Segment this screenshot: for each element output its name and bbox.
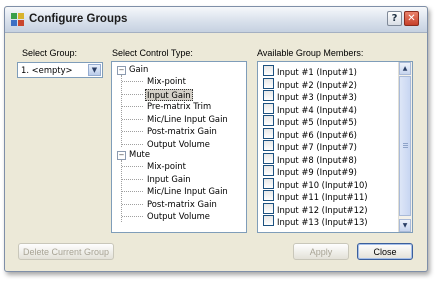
member-checkbox[interactable] bbox=[263, 77, 274, 89]
member-row[interactable]: Input #9 (Input#9) bbox=[263, 165, 357, 177]
chevron-down-icon[interactable]: ▼ bbox=[88, 64, 101, 76]
member-label: Input #9 (Input#9) bbox=[277, 167, 357, 177]
available-members-label: Available Group Members: bbox=[257, 48, 364, 58]
member-row[interactable]: Input #6 (Input#6) bbox=[263, 127, 357, 140]
member-row[interactable]: Input #7 (Input#7) bbox=[263, 140, 357, 152]
member-row[interactable]: Input #5 (Input#5) bbox=[263, 115, 357, 127]
tree-node-gain-child[interactable]: Input Gain bbox=[145, 88, 193, 101]
tree-node-gain-child[interactable]: Mic/Line Input Gain bbox=[147, 114, 228, 124]
member-checkbox[interactable] bbox=[263, 190, 274, 201]
member-label: Input #11 (Input#11) bbox=[277, 192, 368, 202]
tree-line bbox=[122, 131, 143, 132]
tree-line bbox=[122, 191, 143, 192]
member-checkbox[interactable] bbox=[263, 102, 274, 114]
tree-line bbox=[122, 203, 143, 205]
select-group-value: 1. <empty> bbox=[21, 65, 73, 75]
member-row[interactable]: Input #8 (Input#8) bbox=[263, 152, 357, 165]
member-label: Input #5 (Input#5) bbox=[277, 117, 357, 127]
tree-line bbox=[122, 81, 143, 82]
tree-line bbox=[122, 216, 143, 217]
scroll-up-icon[interactable]: ▲ bbox=[399, 62, 411, 75]
member-label: Input #6 (Input#6) bbox=[277, 129, 357, 140]
select-group-dropdown[interactable]: 1. <empty> ▼ bbox=[17, 62, 103, 78]
tree-line bbox=[122, 118, 143, 120]
title-bar: Configure Groups ? ✕ bbox=[5, 7, 427, 33]
tree-line bbox=[122, 178, 143, 180]
member-checkbox[interactable] bbox=[263, 140, 274, 151]
close-icon: ✕ bbox=[407, 13, 416, 24]
select-control-type-label: Select Control Type: bbox=[112, 48, 193, 58]
tree-line bbox=[122, 166, 143, 167]
tree-node-gain-child[interactable]: Output Volume bbox=[147, 139, 210, 149]
control-type-tree[interactable]: − Gain Mix-point Input Gain Pre-matrix Tri… bbox=[111, 61, 247, 233]
question-icon: ? bbox=[391, 13, 398, 24]
member-row[interactable]: Input #3 (Input#3) bbox=[263, 90, 357, 102]
tree-node-mute[interactable]: Mute bbox=[129, 149, 150, 159]
tree-node-gain-child[interactable]: Pre-matrix Trim bbox=[147, 101, 211, 111]
tree-node-mute-child[interactable]: Post-matrix Gain bbox=[147, 199, 217, 209]
tree-node-gain[interactable]: Gain bbox=[129, 64, 148, 74]
tree-line bbox=[122, 93, 143, 95]
apply-button[interactable]: Apply bbox=[293, 243, 349, 260]
tree-line bbox=[121, 75, 122, 147]
member-row[interactable]: Input #1 (Input#1) bbox=[263, 65, 357, 77]
scroll-thumb[interactable] bbox=[399, 76, 411, 216]
configure-groups-dialog: Configure Groups ? ✕ Select Group: Selec… bbox=[4, 6, 428, 272]
tree-node-gain-child[interactable]: Mix-point bbox=[147, 76, 186, 86]
member-checkbox[interactable] bbox=[263, 127, 274, 139]
collapse-mute-icon[interactable]: − bbox=[117, 151, 126, 160]
tree-node-mute-child[interactable]: Output Volume bbox=[147, 211, 210, 221]
tree-line bbox=[122, 106, 143, 107]
member-checkbox[interactable] bbox=[263, 115, 274, 126]
member-row[interactable]: Input #13 (Input#13) bbox=[263, 215, 368, 227]
scroll-down-icon[interactable]: ▼ bbox=[399, 219, 411, 232]
member-label: Input #10 (Input#10) bbox=[277, 179, 368, 190]
member-row[interactable]: Input #4 (Input#4) bbox=[263, 102, 357, 115]
collapse-gain-icon[interactable]: − bbox=[117, 66, 126, 75]
groups-app-icon bbox=[11, 13, 24, 26]
member-checkbox[interactable] bbox=[263, 177, 274, 189]
member-checkbox[interactable] bbox=[263, 65, 274, 76]
member-checkbox[interactable] bbox=[263, 215, 274, 226]
member-label: Input #4 (Input#4) bbox=[277, 104, 357, 115]
window-title: Configure Groups bbox=[29, 13, 128, 25]
tree-node-mute-child[interactable]: Input Gain bbox=[147, 174, 191, 184]
tree-line bbox=[122, 143, 143, 145]
member-row[interactable]: Input #12 (Input#12) bbox=[263, 202, 368, 215]
tree-node-gain-child[interactable]: Post-matrix Gain bbox=[147, 126, 217, 136]
member-label: Input #3 (Input#3) bbox=[277, 92, 357, 102]
select-group-label: Select Group: bbox=[22, 48, 78, 58]
group-members-list[interactable]: Input #1 (Input#1) Input #2 (Input#2) Inpu… bbox=[257, 61, 413, 233]
member-label: Input #7 (Input#7) bbox=[277, 142, 357, 152]
member-label: Input #1 (Input#1) bbox=[277, 67, 357, 77]
member-checkbox[interactable] bbox=[263, 202, 274, 214]
tree-node-mute-child[interactable]: Mix-point bbox=[147, 161, 186, 171]
help-button[interactable]: ? bbox=[387, 11, 402, 26]
member-row[interactable]: Input #10 (Input#10) bbox=[263, 177, 368, 190]
member-label: Input #12 (Input#12) bbox=[277, 204, 368, 215]
member-row[interactable]: Input #2 (Input#2) bbox=[263, 77, 357, 90]
delete-current-group-button[interactable]: Delete Current Group bbox=[18, 243, 114, 260]
close-window-button[interactable]: ✕ bbox=[404, 11, 419, 26]
member-checkbox[interactable] bbox=[263, 152, 274, 164]
member-row[interactable]: Input #11 (Input#11) bbox=[263, 190, 368, 202]
member-checkbox[interactable] bbox=[263, 165, 274, 176]
member-label: Input #13 (Input#13) bbox=[277, 217, 368, 227]
member-label: Input #8 (Input#8) bbox=[277, 154, 357, 165]
tree-node-mute-child[interactable]: Mic/Line Input Gain bbox=[147, 186, 228, 196]
members-scrollbar[interactable]: ▲ ▼ bbox=[398, 62, 412, 232]
member-label: Input #2 (Input#2) bbox=[277, 79, 357, 90]
close-button[interactable]: Close bbox=[357, 243, 413, 260]
member-checkbox[interactable] bbox=[263, 90, 274, 101]
